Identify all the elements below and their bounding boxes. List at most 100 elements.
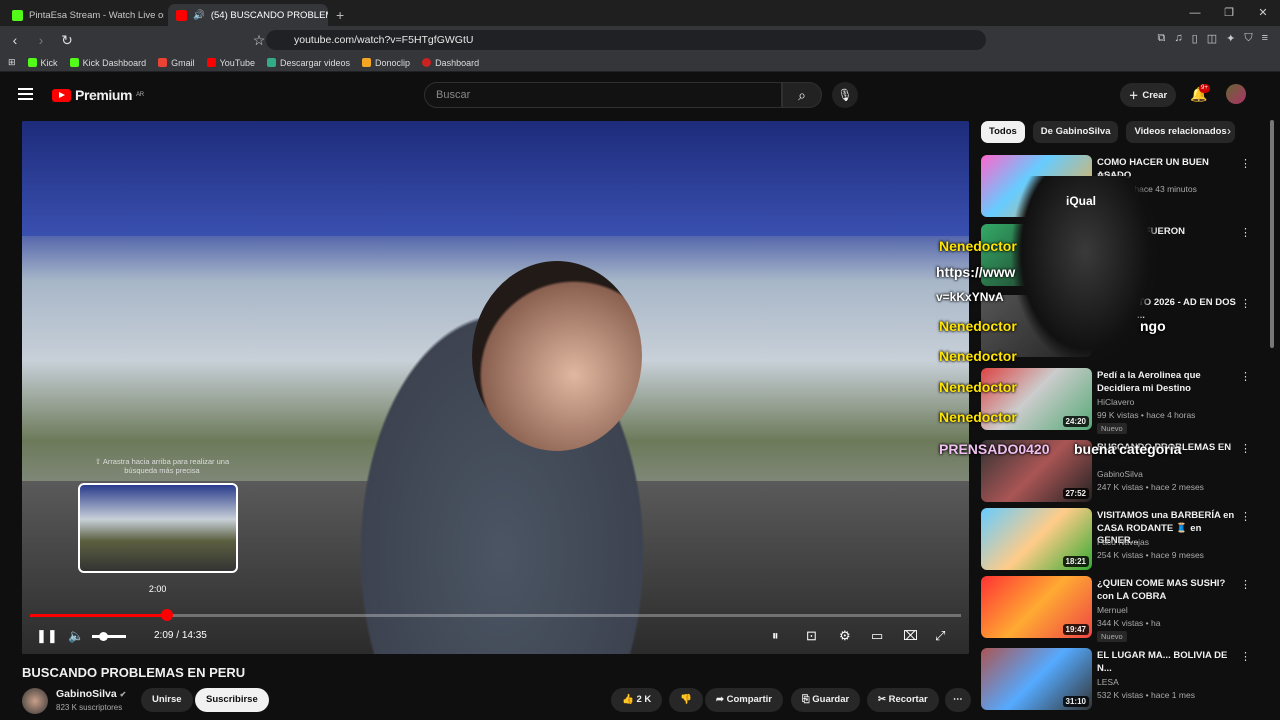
search-input[interactable]: Buscar	[424, 82, 782, 108]
more-options-icon[interactable]: ⋮	[1240, 157, 1251, 170]
more-actions-icon[interactable]: ⋯	[945, 688, 971, 712]
video-meta: 344 K vistas • ha	[1097, 618, 1161, 628]
sidebar-icon[interactable]: ▯	[1192, 32, 1198, 45]
mic-icon[interactable]: 🎙	[832, 82, 858, 108]
bookmark-dashboard[interactable]: Dashboard	[422, 58, 479, 68]
save-button[interactable]: ⎘ Guardar	[791, 688, 861, 712]
subtitles-icon[interactable]: ⊡	[806, 628, 817, 644]
like-button[interactable]: 👍 2 K	[611, 688, 663, 712]
chat-message: ngo	[1140, 318, 1166, 334]
video-title[interactable]: ¿QUIEN COME MAS SUSHI? con LA COBRA	[1097, 578, 1237, 603]
more-options-icon[interactable]: ⋮	[1240, 226, 1251, 239]
chat-message: Nenedoctor	[939, 238, 1017, 254]
chevron-right-icon[interactable]: ›	[1227, 124, 1231, 138]
cast-icon[interactable]: ⌧	[903, 628, 918, 644]
create-button[interactable]: ＋ Crear	[1120, 83, 1176, 107]
address-toolbar: ‹ › ↻ ☆ youtube.com/watch?v=F5HTgfGWGtU …	[0, 26, 1280, 54]
more-options-icon[interactable]: ⋮	[1240, 442, 1251, 455]
kick-icon	[27, 58, 37, 67]
settings-gear-icon[interactable]: ⚙	[839, 628, 851, 644]
channel-name[interactable]: Facu Navajas	[1097, 537, 1149, 547]
close-window-button[interactable]: ✕	[1246, 0, 1280, 26]
forward-button[interactable]: ›	[30, 32, 52, 48]
back-button[interactable]: ‹	[4, 32, 26, 48]
youtube-icon	[206, 58, 216, 67]
chat-message: buena categoria	[1074, 441, 1182, 457]
duration-badge: 27:52	[1062, 488, 1089, 499]
verified-icon: ✔	[119, 690, 127, 699]
fullscreen-icon[interactable]: ⤢	[935, 628, 945, 644]
reload-button[interactable]: ↻	[56, 32, 78, 49]
join-button[interactable]: Unirse	[141, 688, 193, 712]
youtube-logo[interactable]: Premium AR	[52, 87, 144, 103]
duration-badge: 18:21	[1062, 556, 1089, 567]
url-bar[interactable]: youtube.com/watch?v=F5HTgfGWGtU	[266, 30, 986, 50]
restore-button[interactable]: ❐	[1212, 0, 1246, 26]
video-player[interactable]: ⇧ Arrastra hacia arriba para realizar un…	[22, 121, 969, 654]
ai-icon[interactable]: ✦	[1226, 32, 1235, 45]
chip-todos[interactable]: Todos	[981, 121, 1025, 143]
minimize-button[interactable]: —	[1178, 0, 1212, 26]
youtube-favicon-icon	[176, 9, 187, 21]
new-tab-button[interactable]: +	[336, 4, 344, 26]
more-options-icon[interactable]: ⋮	[1240, 297, 1251, 310]
bookmark-kick[interactable]: Kick	[27, 58, 58, 68]
progress-bar[interactable]	[30, 609, 961, 621]
volume-handle[interactable]	[98, 632, 108, 641]
more-options-icon[interactable]: ⋮	[1240, 578, 1251, 591]
new-badge: Nuevo	[1097, 423, 1127, 434]
browser-menu-icon[interactable]: ≡	[1262, 32, 1268, 45]
list-item[interactable]: 19:47 ¿QUIEN COME MAS SUSHI? con LA COBR…	[981, 576, 1251, 642]
scrollbar[interactable]	[1270, 120, 1274, 348]
tab-youtube[interactable]: 🔊 (54) BUSCANDO PROBLEMAS ✕	[168, 4, 328, 26]
hamburger-menu-icon[interactable]	[18, 88, 33, 103]
share-button[interactable]: ➦ Compartir	[705, 688, 784, 712]
search-icon[interactable]: ⌕	[782, 82, 822, 108]
share-icon: ➦	[716, 694, 724, 705]
theater-mode-icon[interactable]: ▭	[871, 628, 883, 644]
bookmarks-bar: ⊞ Kick Kick Dashboard Gmail YouTube Desc…	[0, 54, 1280, 72]
extension-icons: ⧉ ♫ ▯ ◫ ✦ ⛉ ≡	[1158, 32, 1268, 45]
more-options-icon[interactable]: ⋮	[1240, 510, 1251, 523]
video-title[interactable]: EL LUGAR MA... BOLIVIA DE N...	[1097, 650, 1237, 675]
list-item[interactable]: 24:20 Pedí a la Aerolinea que Decidiera …	[981, 368, 1251, 434]
video-frame-canopy	[22, 121, 969, 236]
apps-icon[interactable]: ⊞	[8, 57, 16, 68]
shield-icon[interactable]: ⛉	[1244, 32, 1252, 45]
volume-icon[interactable]: 🔈	[68, 628, 84, 644]
bookmark-donoclip[interactable]: Donoclip	[362, 58, 410, 68]
wallet-icon[interactable]: ◫	[1207, 32, 1217, 45]
more-options-icon[interactable]: ⋮	[1240, 370, 1251, 383]
video-thumbnail[interactable]: 18:21	[981, 508, 1092, 570]
extensions-icon[interactable]: ⧉	[1158, 32, 1166, 45]
chip-de-gabinosilva[interactable]: De GabinoSilva	[1032, 121, 1119, 143]
channel-name[interactable]: GabinoSilva	[1097, 469, 1143, 479]
channel-avatar[interactable]	[22, 688, 48, 714]
subscribe-button[interactable]: Suscribirse	[195, 688, 269, 712]
chat-message: https://www	[936, 264, 1016, 280]
list-item[interactable]: 18:21 VISITAMOS una BARBERÍA en CASA ROD…	[981, 508, 1251, 570]
clip-button[interactable]: ✂ Recortar	[867, 688, 939, 712]
media-icon[interactable]: ♫	[1174, 32, 1182, 45]
avatar[interactable]	[1226, 84, 1246, 104]
channel-name[interactable]: Mernuel	[1097, 605, 1128, 615]
video-title[interactable]: Pedí a la Aerolinea que Decidiera mi Des…	[1097, 370, 1237, 395]
dislike-button[interactable]: 👎	[669, 688, 703, 712]
autoplay-toggle-icon[interactable]: ⏸	[772, 628, 779, 644]
more-options-icon[interactable]: ⋮	[1240, 650, 1251, 663]
chip-videos-relacionados[interactable]: Videos relacionados	[1126, 121, 1235, 143]
bookmark-descargar[interactable]: Descargar videos	[267, 58, 350, 68]
channel-name[interactable]: GabinoSilva ✔	[56, 688, 126, 700]
video-title-heading: BUSCANDO PROBLEMAS EN PERU	[22, 665, 246, 680]
bookmark-gmail[interactable]: Gmail	[158, 58, 195, 68]
bookmark-youtube[interactable]: YouTube	[206, 58, 255, 68]
tab-kick[interactable]: PintaEsa Stream - Watch Live on	[4, 4, 164, 26]
bookmark-kick-dashboard[interactable]: Kick Dashboard	[69, 58, 146, 68]
channel-row: GabinoSilva ✔ 823 K suscriptores Unirse …	[22, 686, 1280, 716]
pause-icon[interactable]: ❚❚	[36, 628, 58, 644]
video-thumbnail[interactable]: 19:47	[981, 576, 1092, 638]
related-filter-chips: Todos De GabinoSilva Videos relacionados	[981, 121, 1235, 143]
volume-slider[interactable]	[92, 632, 126, 641]
channel-name[interactable]: HiClavero	[1097, 397, 1134, 407]
duration-badge: 24:20	[1062, 416, 1089, 427]
